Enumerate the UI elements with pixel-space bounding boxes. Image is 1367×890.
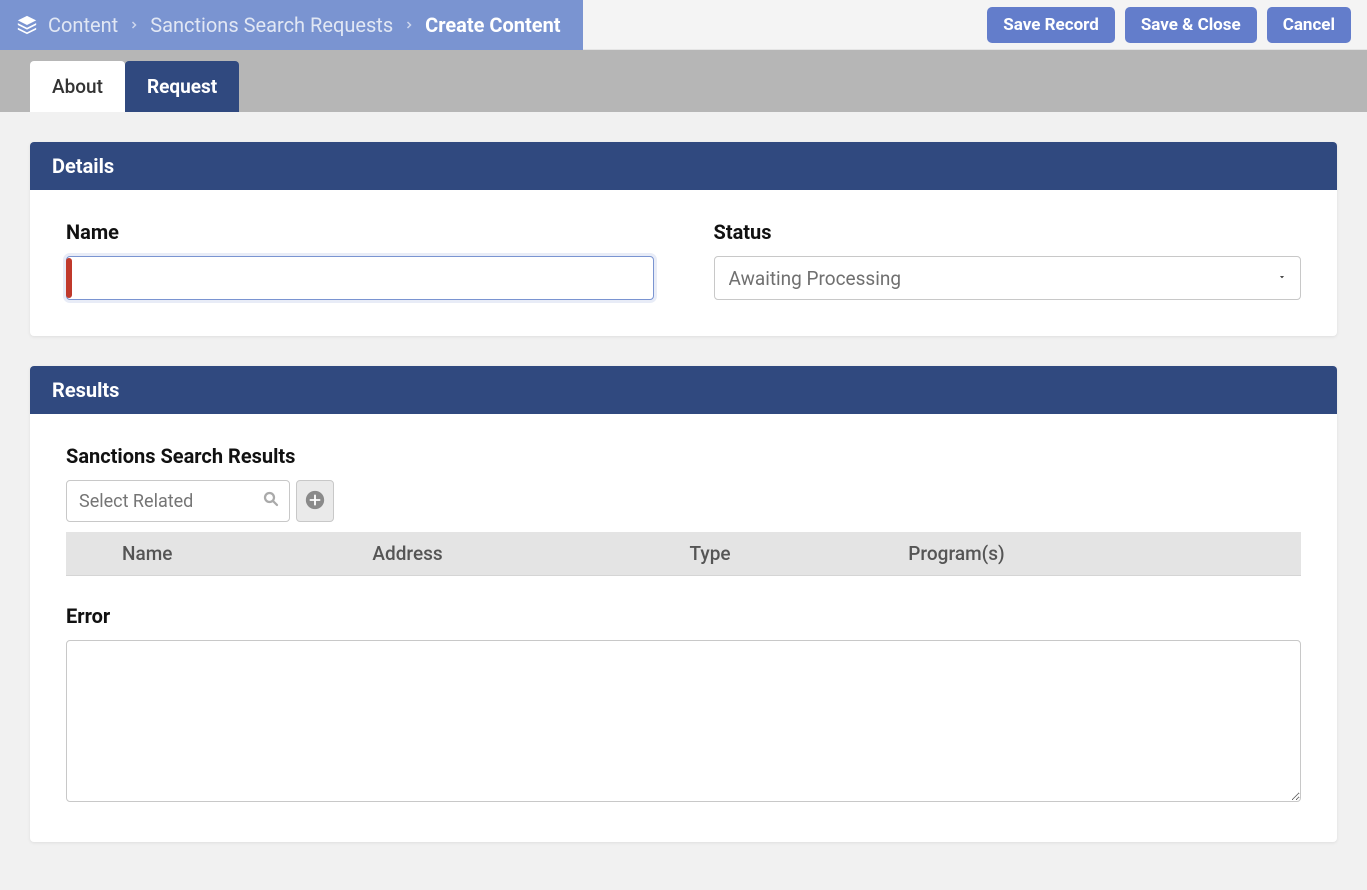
- chevron-right-icon: [128, 19, 140, 31]
- label-status: Status: [714, 220, 1302, 244]
- select-related-input[interactable]: [66, 480, 290, 522]
- status-select[interactable]: Awaiting Processing: [714, 256, 1302, 300]
- panel-details: Details Name Status Awaiting Processing: [30, 142, 1337, 336]
- label-name: Name: [66, 220, 654, 244]
- column-programs[interactable]: Program(s): [896, 532, 1301, 576]
- panel-header-results: Results: [30, 366, 1337, 414]
- panel-results: Results Sanctions Search Results: [30, 366, 1337, 842]
- add-related-button[interactable]: [296, 480, 334, 522]
- layers-icon: [16, 14, 38, 36]
- breadcrumb-content[interactable]: Content: [48, 13, 118, 37]
- results-subtitle: Sanctions Search Results: [66, 444, 1301, 468]
- results-table: Name Address Type Program(s): [66, 532, 1301, 576]
- top-bar: Content Sanctions Search Requests Create…: [0, 0, 1367, 50]
- column-handle: [66, 532, 110, 576]
- save-close-button[interactable]: Save & Close: [1125, 7, 1257, 43]
- error-textarea[interactable]: [66, 640, 1301, 802]
- tab-bar: About Request: [0, 50, 1367, 112]
- cancel-button[interactable]: Cancel: [1267, 7, 1351, 43]
- panel-header-details: Details: [30, 142, 1337, 190]
- plus-circle-icon: [304, 489, 326, 514]
- tab-about[interactable]: About: [30, 61, 125, 112]
- top-actions: Save Record Save & Close Cancel: [987, 0, 1367, 49]
- column-address[interactable]: Address: [360, 532, 677, 576]
- tab-request[interactable]: Request: [125, 61, 239, 112]
- page-content: Details Name Status Awaiting Processing: [0, 112, 1367, 890]
- breadcrumb-sanctions-requests[interactable]: Sanctions Search Requests: [150, 13, 393, 37]
- breadcrumb: Content Sanctions Search Requests Create…: [0, 0, 583, 50]
- name-input[interactable]: [66, 256, 654, 300]
- column-type[interactable]: Type: [678, 532, 897, 576]
- label-error: Error: [66, 604, 1301, 628]
- chevron-right-icon: [403, 19, 415, 31]
- column-name[interactable]: Name: [110, 532, 360, 576]
- save-record-button[interactable]: Save Record: [987, 7, 1115, 43]
- breadcrumb-current: Create Content: [425, 13, 560, 37]
